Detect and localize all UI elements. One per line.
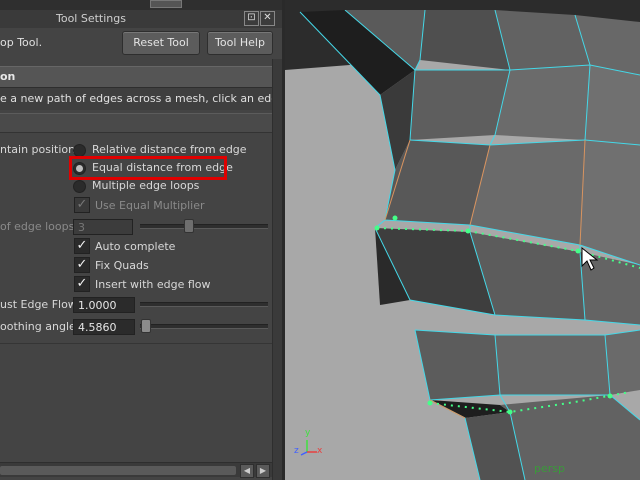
adjust-edge-flow-label: ust Edge Flow: [0, 298, 77, 311]
edge-loops-field[interactable]: 3: [73, 219, 133, 235]
auto-complete-checkbox[interactable]: ✓: [74, 238, 90, 254]
window-title: Tool Settings: [56, 12, 126, 25]
mesh-face: [420, 10, 510, 70]
mesh-face: [495, 335, 610, 395]
axis-y-label: y: [305, 428, 311, 438]
scroll-left-icon[interactable]: ◀: [240, 464, 254, 478]
camera-label: persp: [534, 462, 565, 475]
adjust-edge-flow-slider[interactable]: [140, 302, 268, 307]
perspective-viewport[interactable]: y x z persp: [285, 0, 640, 480]
smoothing-angle-label: oothing angle:: [0, 320, 80, 333]
panel-empty-area: [0, 343, 272, 462]
radio-multiple-edge-loops[interactable]: [73, 180, 86, 193]
axis-x-label: x: [317, 446, 323, 456]
smoothing-angle-slider[interactable]: [140, 324, 268, 329]
tool-help-button[interactable]: Tool Help: [207, 31, 273, 55]
edge-loops-slider-thumb[interactable]: [184, 219, 194, 233]
insert-edge-flow-label: Insert with edge flow: [95, 278, 211, 291]
viewport-top-bar: [285, 0, 640, 10]
radio-relative-distance-label: Relative distance from edge: [92, 143, 247, 156]
section-title: on: [0, 70, 16, 83]
auto-complete-label: Auto complete: [95, 240, 176, 253]
reset-tool-button[interactable]: Reset Tool: [122, 31, 200, 55]
fix-quads-label: Fix Quads: [95, 259, 149, 272]
axis-z-label: z: [294, 446, 299, 456]
panel-tab-handle[interactable]: [150, 0, 182, 8]
use-equal-multiplier-checkbox[interactable]: ✓: [74, 197, 90, 213]
description-text: e a new path of edges across a mesh, cli…: [0, 88, 272, 110]
maintain-position-label: ntain position:: [0, 143, 79, 156]
smoothing-angle-slider-thumb[interactable]: [141, 319, 151, 333]
radio-multiple-edge-loops-label: Multiple edge loops: [92, 179, 200, 192]
tool-name: op Tool.: [0, 36, 43, 49]
horizontal-scrollbar-thumb[interactable]: [0, 466, 236, 475]
adjust-edge-flow-field[interactable]: 1.0000: [73, 297, 135, 313]
insert-edge-flow-checkbox[interactable]: ✓: [74, 276, 90, 292]
horizontal-scrollbar[interactable]: ◀ ▶: [0, 462, 272, 478]
description-label: e a new path of edges across a mesh, cli…: [0, 92, 272, 105]
float-window-icon[interactable]: ⊡: [244, 11, 259, 26]
mesh-wireframe: [285, 9, 640, 480]
close-icon[interactable]: ✕: [260, 11, 275, 26]
mesh-face: [605, 330, 640, 395]
section-header-settings[interactable]: [0, 113, 272, 133]
scroll-right-icon[interactable]: ▶: [256, 464, 270, 478]
mesh-face: [495, 65, 590, 140]
use-equal-multiplier-label: Use Equal Multiplier: [95, 199, 205, 212]
edge-loops-slider[interactable]: [140, 224, 268, 229]
section-header-description[interactable]: on: [0, 66, 272, 88]
axis-gizmo-icon: [300, 440, 317, 456]
highlight-box: [69, 156, 227, 180]
mesh-face: [585, 65, 640, 145]
mesh-face: [410, 70, 510, 140]
tool-settings-titlebar: Tool Settings ⊡ ✕: [0, 10, 282, 28]
tool-header-row: op Tool. Reset Tool Tool Help: [0, 29, 282, 59]
fix-quads-checkbox[interactable]: ✓: [74, 257, 90, 273]
edge-loops-label: of edge loops:: [0, 220, 79, 233]
mesh-face: [580, 140, 640, 265]
tool-settings-panel: Tool Settings ⊡ ✕ op Tool. Reset Tool To…: [0, 0, 283, 480]
panel-top-strip: [0, 0, 282, 10]
smoothing-angle-field[interactable]: 4.5860: [73, 319, 135, 335]
